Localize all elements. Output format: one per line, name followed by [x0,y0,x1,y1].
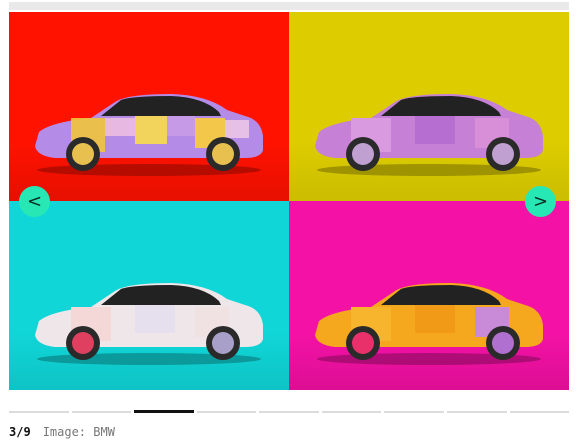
previous-image-button[interactable]: < [19,186,50,217]
panel-red [9,12,289,201]
progress-segment-8[interactable] [446,411,507,413]
slide-progress-bar [9,410,570,414]
car-image [315,94,543,176]
panel-yellow [289,12,569,201]
progress-segment-6[interactable] [321,411,382,413]
image-credit: Image: BMW [42,425,115,439]
progress-segment-2[interactable] [71,411,132,413]
panel-magenta [289,201,569,390]
progress-segment-7[interactable] [384,411,444,413]
progress-segment-1[interactable] [9,411,69,413]
next-image-button[interactable]: > [525,186,556,217]
image-caption: 3/9 Image: BMW [9,424,115,440]
progress-segment-3-active[interactable] [134,410,194,413]
panel-cyan [9,201,289,390]
top-divider [9,2,569,10]
progress-segment-5[interactable] [259,411,319,413]
progress-segment-4[interactable] [196,411,257,413]
slide-counter: 3/9 [9,425,31,439]
car-image [35,283,263,365]
progress-segment-9[interactable] [509,411,570,413]
car-image [35,94,263,176]
image-gallery [9,12,569,390]
car-image [315,283,543,365]
